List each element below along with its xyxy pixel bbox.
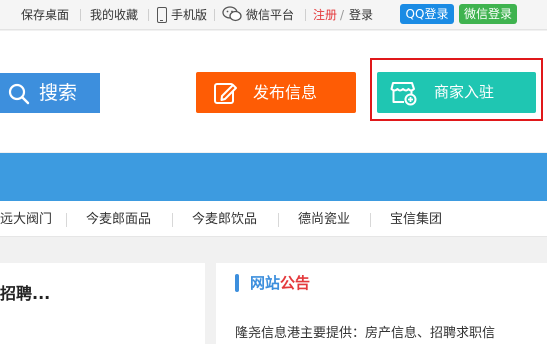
main-nav-bar (0, 153, 547, 201)
wechat-icon[interactable] (222, 6, 242, 22)
publish-info-button[interactable]: 发布信息 (196, 72, 356, 113)
announcement-heading-part1: 网站 (250, 274, 281, 292)
mobile-phone-icon[interactable] (157, 7, 167, 23)
store-add-icon (390, 82, 417, 106)
partner-link[interactable]: 宝信集团 (390, 212, 442, 227)
partner-links-row: 远大阀门 今麦郎面品 今麦郎饮品 德尚瓷业 宝信集团 (0, 201, 547, 237)
section-marker (235, 274, 239, 292)
divider (370, 213, 371, 227)
merchant-join-button[interactable]: 商家入驻 (377, 72, 536, 113)
top-bar: 保存桌面 我的收藏 手机版 微信平台 注册 / 登录 QQ登录 微信登录 (0, 0, 547, 30)
wechat-login-button[interactable]: 微信登录 (459, 4, 517, 24)
publish-info-label: 发布信息 (253, 83, 318, 102)
divider (278, 213, 279, 227)
divider (214, 9, 215, 21)
announcement-heading-part2: 公告 (280, 274, 311, 292)
save-desktop-link[interactable]: 保存桌面 (21, 8, 69, 22)
header: 搜索 发布信息 商家入驻 (0, 31, 547, 152)
divider (172, 213, 173, 227)
login-link[interactable]: 登录 (349, 8, 373, 22)
divider (305, 9, 306, 21)
search-button[interactable]: 搜索 (0, 73, 100, 113)
separator-slash: / (340, 8, 345, 22)
divider (148, 9, 149, 21)
announcement-heading: 网站公告 (250, 273, 310, 293)
wechat-platform-link[interactable]: 微信平台 (246, 8, 294, 22)
partner-link[interactable]: 今麦郎饮品 (192, 212, 257, 227)
edit-icon (214, 83, 237, 104)
announcement-panel: 网站公告 隆尧信息港主要提供：房产信息、招聘求职信 (216, 263, 547, 344)
announcement-text: 隆尧信息港主要提供：房产信息、招聘求职信 (235, 326, 496, 341)
search-button-label: 搜索 (39, 82, 78, 104)
register-link[interactable]: 注册 (313, 8, 337, 22)
partner-link[interactable]: 今麦郎面品 (86, 212, 151, 227)
qq-login-button[interactable]: QQ登录 (400, 4, 454, 24)
favorites-link[interactable]: 我的收藏 (90, 8, 138, 22)
partner-link[interactable]: 远大阀门 (0, 212, 52, 227)
search-icon (8, 83, 30, 105)
divider (66, 213, 67, 227)
mobile-version-link[interactable]: 手机版 (171, 8, 207, 22)
recruitment-title[interactable]: 招聘... (0, 280, 50, 304)
partner-link[interactable]: 德尚瓷业 (298, 212, 350, 227)
recruitment-panel: 招聘... (0, 263, 205, 344)
divider (80, 9, 81, 21)
merchant-join-label: 商家入驻 (434, 83, 495, 101)
